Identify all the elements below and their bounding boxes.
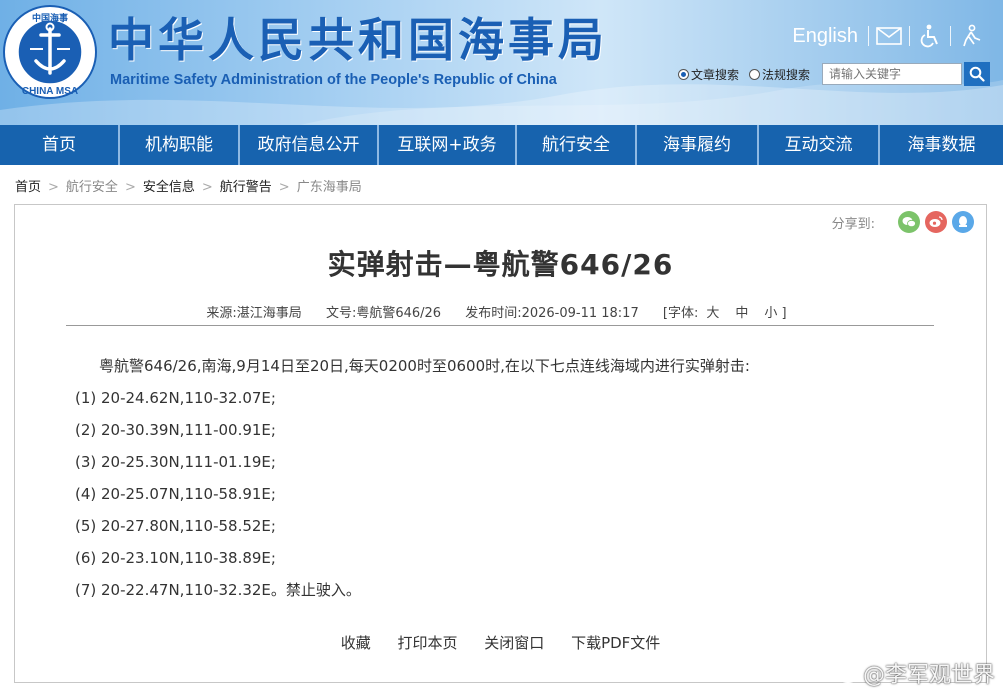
nav-item-compliance[interactable]: 海事履约 bbox=[637, 125, 759, 165]
breadcrumb-navigation-safety[interactable]: 航行安全 bbox=[66, 180, 118, 195]
link-separator bbox=[868, 26, 869, 46]
accessibility-icon[interactable] bbox=[910, 22, 950, 50]
coordinate-point-7: (7) 20-22.47N,110-32.32E。禁止驶入。 bbox=[75, 581, 361, 599]
close-window-button[interactable]: 关闭窗口 bbox=[484, 634, 544, 652]
coordinate-point-1: (1) 20-24.62N,110-32.07E; bbox=[75, 389, 276, 407]
search-option-article[interactable]: 文章搜索 bbox=[678, 66, 739, 83]
link-separator bbox=[950, 26, 951, 46]
font-size-medium[interactable]: 中 bbox=[735, 306, 748, 321]
breadcrumb-nav-warnings[interactable]: 航行警告 bbox=[220, 180, 272, 195]
coordinate-point-3: (3) 20-25.30N,111-01.19E; bbox=[75, 453, 276, 471]
mail-icon[interactable] bbox=[869, 22, 909, 50]
site-header: 中国海事 CHINA MSA 中华人民共和国海事局 Maritime Safet… bbox=[0, 0, 1003, 125]
breadcrumb-safety-info[interactable]: 安全信息 bbox=[143, 180, 195, 195]
english-link[interactable]: English bbox=[782, 25, 868, 48]
nav-item-functions[interactable]: 机构职能 bbox=[120, 125, 240, 165]
coordinate-point-2: (2) 20-30.39N,111-00.91E; bbox=[75, 421, 276, 439]
nav-item-gov-info[interactable]: 政府信息公开 bbox=[240, 125, 379, 165]
weibo-logo-icon bbox=[836, 664, 862, 683]
site-subtitle: Maritime Safety Administration of the Pe… bbox=[110, 72, 557, 88]
font-size-large[interactable]: 大 bbox=[706, 306, 719, 321]
breadcrumb-arrow-icon: > bbox=[201, 180, 213, 195]
article-lead-paragraph: 粤航警646/26,南海,9月14日至20日,每天0200时至0600时,在以下… bbox=[99, 357, 750, 375]
coordinate-point-6: (6) 20-23.10N,110-38.89E; bbox=[75, 549, 276, 567]
link-separator bbox=[909, 26, 910, 46]
site-title[interactable]: 中华人民共和国海事局 bbox=[108, 12, 608, 68]
breadcrumb-home[interactable]: 首页 bbox=[15, 180, 41, 195]
breadcrumb-guangdong-msa: 广东海事局 bbox=[296, 180, 362, 195]
emblem-bottom-text: CHINA MSA bbox=[22, 86, 78, 97]
nav-item-internet-services[interactable]: 互联网+政务 bbox=[379, 125, 517, 165]
weibo-icon[interactable] bbox=[925, 211, 947, 233]
font-size-label: [字体: bbox=[662, 306, 699, 321]
radio-unselected-icon bbox=[749, 68, 761, 80]
article-body: 粤航警646/26,南海,9月14日至20日,每天0200时至0600时,在以下… bbox=[75, 350, 750, 606]
weibo-watermark: @李军观世界 bbox=[836, 657, 995, 689]
article-source: 来源:湛江海事局 bbox=[206, 306, 302, 321]
watermark-text: @李军观世界 bbox=[862, 663, 995, 688]
font-size-small[interactable]: 小 ] bbox=[764, 306, 786, 321]
article-actions: 收藏 打印本页 关闭窗口 下载PDF文件 bbox=[15, 632, 986, 653]
print-button[interactable]: 打印本页 bbox=[397, 634, 457, 652]
search-button[interactable] bbox=[964, 62, 991, 86]
meta-divider bbox=[66, 325, 934, 326]
wechat-icon[interactable] bbox=[898, 211, 920, 233]
download-pdf-button[interactable]: 下载PDF文件 bbox=[571, 634, 660, 652]
search-input[interactable] bbox=[822, 63, 963, 85]
radio-selected-icon bbox=[678, 68, 689, 80]
elder-care-icon[interactable] bbox=[951, 22, 991, 50]
nav-item-home[interactable]: 首页 bbox=[0, 125, 120, 165]
share-label: 分享到: bbox=[831, 216, 875, 232]
msa-emblem-icon[interactable]: 中国海事 CHINA MSA bbox=[3, 5, 97, 99]
emblem-top-text: 中国海事 bbox=[32, 12, 68, 24]
coordinate-point-5: (5) 20-27.80N,110-58.52E; bbox=[75, 517, 276, 535]
breadcrumb-arrow-icon: > bbox=[278, 180, 290, 195]
top-links: English bbox=[782, 22, 991, 50]
breadcrumb-arrow-icon: > bbox=[48, 180, 59, 195]
nav-item-navigation-safety[interactable]: 航行安全 bbox=[517, 125, 637, 165]
main-nav: 首页 机构职能 政府信息公开 互联网+政务 航行安全 海事履约 互动交流 海事数… bbox=[0, 125, 1003, 165]
font-size-control: [字体: 大 中 小 ] bbox=[663, 306, 795, 321]
article-publish-time: 发布时间:2026-09-11 18:17 bbox=[465, 306, 639, 321]
breadcrumb-arrow-icon: > bbox=[124, 180, 136, 195]
search-icon bbox=[969, 66, 985, 82]
search-bar: 文章搜索 法规搜索 bbox=[678, 62, 991, 86]
coordinate-point-4: (4) 20-25.07N,110-58.91E; bbox=[75, 485, 276, 503]
article-doc-number: 文号:粤航警646/26 bbox=[325, 306, 442, 321]
article-title: 实弹射击—粤航警646/26 bbox=[327, 248, 674, 281]
nav-item-data[interactable]: 海事数据 bbox=[880, 125, 1003, 165]
article-meta: 来源:湛江海事局 文号:粤航警646/26 发布时间:2026-09-11 18… bbox=[15, 302, 986, 321]
qq-icon[interactable] bbox=[952, 211, 974, 233]
favorite-button[interactable]: 收藏 bbox=[341, 634, 371, 652]
search-option-law[interactable]: 法规搜索 bbox=[749, 66, 810, 83]
share-bar: 分享到: bbox=[832, 211, 974, 233]
breadcrumb: 首页 > 航行安全 > 安全信息 > 航行警告 > 广东海事局 bbox=[15, 176, 362, 195]
nav-item-interaction[interactable]: 互动交流 bbox=[759, 125, 880, 165]
article-panel: 分享到: 实弹射击—粤航警646/26 来源:湛江海事局 文号:粤航警646/2… bbox=[14, 204, 987, 683]
